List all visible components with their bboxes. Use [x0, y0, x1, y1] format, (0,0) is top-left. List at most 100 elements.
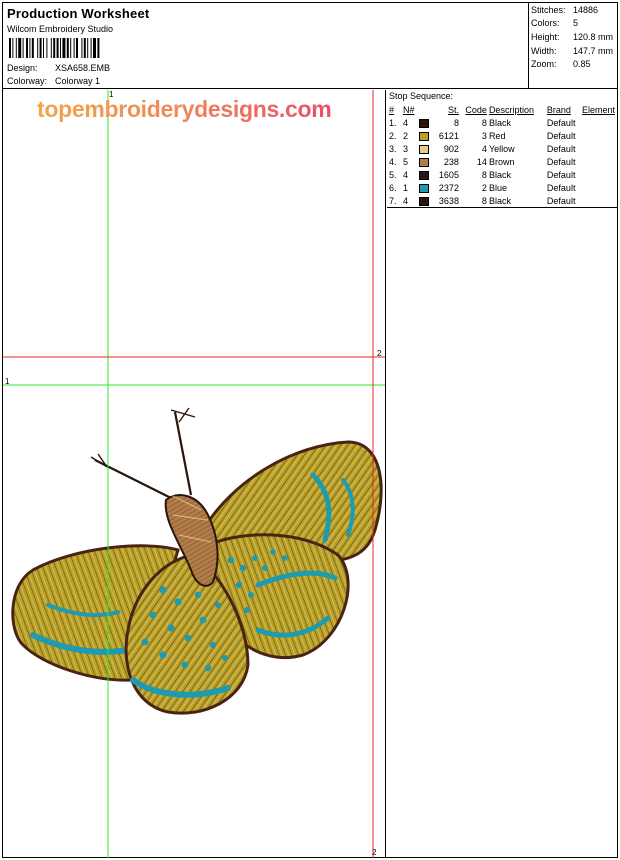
stat-value: 147.7 mm	[573, 46, 614, 56]
worksheet-header: Production Worksheet Wilcom Embroidery S…	[3, 3, 617, 89]
column-header: N#	[402, 104, 415, 115]
antenna-right	[90, 453, 172, 499]
guide-label-red-bottom: 2	[372, 848, 377, 857]
row-index: 4.	[389, 156, 397, 167]
watermark-text: topembroiderydesigns.com	[37, 96, 332, 122]
guide-label-green-top: 1	[109, 90, 114, 99]
row-needle: 4	[402, 117, 408, 128]
row-index: 2.	[389, 130, 397, 141]
table-row: 6. 1 2372 2 Blue Default	[389, 181, 617, 194]
row-brand: Default	[546, 130, 576, 141]
row-stitches: 6121	[438, 130, 459, 141]
guide-label-red-right: 2	[377, 349, 382, 358]
colorway-row: Colorway: Colorway 1	[7, 76, 100, 86]
table-row: 7. 4 3638 8 Black Default	[389, 194, 617, 207]
row-description: Brown	[488, 156, 515, 167]
stat-value: 0.85	[573, 59, 591, 69]
row-code: 14	[476, 156, 487, 167]
stat-value: 120.8 mm	[573, 32, 614, 42]
column-header: St.	[447, 104, 459, 115]
row-needle: 4	[402, 195, 408, 206]
column-header: Element	[581, 104, 615, 115]
stat-label: Height:	[531, 32, 560, 42]
row-code: 8	[481, 117, 487, 128]
color-swatch	[418, 194, 431, 207]
table-row: 3. 3 902 4 Yellow Default	[389, 142, 617, 155]
row-needle: 4	[402, 169, 408, 180]
table-row: 1. 4 8 8 Black Default	[389, 116, 617, 129]
color-swatch	[418, 142, 431, 155]
stat-width: Width: 147.7 mm	[531, 46, 613, 56]
row-code: 2	[481, 182, 487, 193]
header-info: Production Worksheet Wilcom Embroidery S…	[3, 3, 529, 88]
color-swatch	[418, 181, 431, 194]
row-element	[582, 181, 617, 194]
table-row: 5. 4 1605 8 Black Default	[389, 168, 617, 181]
stat-zoom: Zoom: 0.85	[531, 59, 591, 69]
row-description: Black	[488, 195, 511, 206]
row-needle: 1	[402, 182, 408, 193]
row-element	[582, 129, 617, 142]
row-element	[582, 168, 617, 181]
software-name: Wilcom Embroidery Studio	[7, 24, 114, 34]
stat-label: Colors:	[531, 18, 560, 28]
row-code: 3	[481, 130, 487, 141]
stat-label: Stitches:	[531, 5, 566, 15]
stat-colors: Colors: 5	[531, 18, 578, 28]
row-brand: Default	[546, 182, 576, 193]
design-row: Design: XSA658.EMB	[7, 63, 110, 73]
row-brand: Default	[546, 143, 576, 154]
row-stitches: 3638	[438, 195, 459, 206]
design-stats: Stitches: 14886 Colors: 5 Height: 120.8 mm …	[530, 3, 617, 88]
guide-label-green-left: 1	[5, 377, 10, 386]
row-stitches: 2372	[438, 182, 459, 193]
row-needle: 3	[402, 143, 408, 154]
stat-label: Zoom:	[531, 59, 557, 69]
design-label: Design:	[7, 63, 38, 73]
thread-color-swatch	[418, 144, 429, 154]
stat-value: 14886	[573, 5, 599, 15]
row-stitches: 1605	[438, 169, 459, 180]
column-header: Description	[488, 104, 534, 115]
row-brand: Default	[546, 117, 576, 128]
row-code: 8	[481, 195, 487, 206]
thread-color-swatch	[418, 131, 429, 141]
stop-sequence-panel: Stop Sequence: # N# St. Code Description…	[387, 90, 617, 208]
page-title: Production Worksheet	[7, 6, 150, 21]
row-description: Red	[488, 130, 506, 141]
row-index: 1.	[389, 117, 397, 128]
stop-sequence-table: # N# St. Code Description Brand Element …	[389, 103, 617, 207]
stop-sequence-rows: 1. 4 8 8 Black Default 2. 2 6121 3 Red Default 3. 3 90…	[389, 116, 617, 207]
table-row: 2. 2 6121 3 Red Default	[389, 129, 617, 142]
butterfly-embroidery-preview	[3, 90, 385, 858]
row-brand: Default	[546, 156, 576, 167]
row-description: Blue	[488, 182, 507, 193]
row-index: 3.	[389, 143, 397, 154]
row-description: Black	[488, 169, 511, 180]
row-description: Yellow	[488, 143, 515, 154]
row-needle: 5	[402, 156, 408, 167]
color-swatch	[418, 168, 431, 181]
row-index: 5.	[389, 169, 397, 180]
column-header	[419, 103, 431, 116]
color-swatch	[418, 129, 431, 142]
thread-color-swatch	[418, 183, 429, 193]
row-element	[582, 116, 617, 129]
row-code: 8	[481, 169, 487, 180]
design-preview: topembroiderydesigns.com 1 1 2 2	[3, 90, 386, 858]
antenna-left	[170, 407, 196, 496]
color-swatch	[418, 116, 431, 129]
thread-color-swatch	[418, 196, 429, 206]
barcode-icon	[9, 38, 100, 58]
thread-color-swatch	[418, 118, 429, 128]
row-index: 7.	[389, 195, 397, 206]
stat-stitches: Stitches: 14886	[531, 5, 598, 15]
thread-color-swatch	[418, 170, 429, 180]
row-element	[582, 142, 617, 155]
column-header: Code	[465, 104, 487, 115]
row-element	[582, 155, 617, 168]
row-code: 4	[481, 143, 487, 154]
row-stitches: 8	[453, 117, 459, 128]
row-stitches: 238	[443, 156, 459, 167]
color-swatch	[418, 155, 431, 168]
